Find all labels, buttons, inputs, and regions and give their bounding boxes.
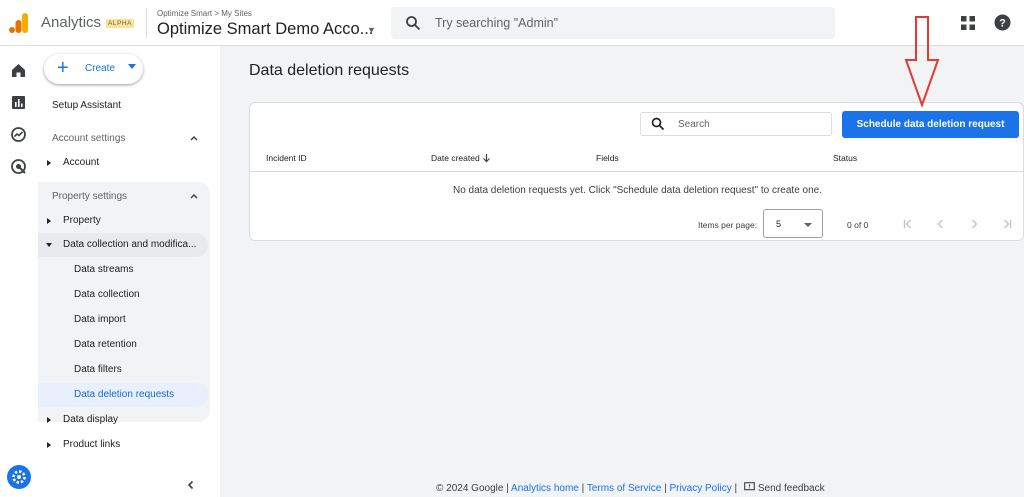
deletion-requests-card: Search Schedule data deletion request In…: [249, 102, 1024, 241]
breadcrumb[interactable]: Optimize Smart > My Sites: [157, 9, 252, 18]
terms-link[interactable]: Terms of Service: [587, 483, 661, 494]
nav-data-retention[interactable]: Data retention: [38, 333, 208, 357]
nav-data-collection[interactable]: Data collection: [38, 283, 208, 307]
header-divider: [146, 8, 147, 38]
annotation-arrow-icon: [904, 16, 940, 108]
footer-separator: |: [731, 483, 740, 494]
send-feedback-link[interactable]: Send feedback: [758, 483, 825, 494]
create-button[interactable]: + Create: [44, 54, 143, 84]
nav-property[interactable]: Property: [38, 209, 208, 233]
expand-arrow-icon: [47, 417, 51, 423]
copyright: © 2024 Google |: [436, 483, 509, 494]
analytics-home-link[interactable]: Analytics home: [511, 483, 579, 494]
nav-product-links[interactable]: Product links: [38, 433, 208, 457]
items-per-page-label: Items per page:: [698, 220, 758, 230]
items-per-page-value: 5: [776, 219, 782, 229]
footer-separator: |: [578, 483, 587, 494]
search-placeholder: Search: [678, 119, 710, 130]
section-label: Account settings: [52, 133, 126, 144]
svg-text:?: ?: [999, 18, 1006, 30]
advertising-icon[interactable]: [10, 158, 27, 175]
account-dropdown-icon[interactable]: ▼: [367, 25, 376, 35]
items-per-page-select[interactable]: 5: [763, 209, 823, 238]
top-bar: Analytics ALPHA Optimize Smart > My Site…: [0, 0, 1024, 46]
global-search-input[interactable]: Try searching "Admin": [391, 7, 835, 39]
collapse-arrow-icon: [46, 243, 52, 247]
nav-label: Data retention: [74, 339, 137, 350]
nav-setup-assistant[interactable]: Setup Assistant: [38, 94, 208, 118]
nav-label: Product links: [63, 439, 121, 450]
feedback-icon: [744, 482, 755, 491]
search-icon: [651, 117, 665, 131]
nav-label: Account: [63, 157, 100, 168]
nav-label: Setup Assistant: [52, 100, 121, 111]
dropdown-arrow-icon: [804, 223, 812, 227]
previous-page-icon[interactable]: [935, 218, 947, 230]
admin-nav: + Create Setup Assistant Account setting…: [38, 46, 220, 497]
nav-label: Data display: [63, 414, 119, 425]
nav-label: Data import: [74, 314, 126, 325]
left-rail: [0, 46, 38, 497]
home-icon[interactable]: [10, 62, 27, 79]
brand-name: Analytics: [41, 14, 102, 31]
pagination-range: 0 of 0: [847, 220, 869, 230]
last-page-icon[interactable]: [1001, 218, 1013, 230]
column-header-fields[interactable]: Fields: [596, 153, 619, 163]
search-placeholder: Try searching "Admin": [435, 16, 559, 30]
nav-data-streams[interactable]: Data streams: [38, 258, 208, 282]
expand-arrow-icon: [47, 442, 51, 448]
header-divider: [250, 171, 1023, 172]
privacy-link[interactable]: Privacy Policy: [669, 483, 731, 494]
admin-settings-icon[interactable]: [7, 465, 31, 489]
first-page-icon[interactable]: [902, 218, 914, 230]
reports-icon[interactable]: [10, 94, 27, 111]
nav-label: Data collection and modifica...: [63, 239, 197, 250]
create-label: Create: [85, 63, 116, 74]
nav-data-import[interactable]: Data import: [38, 308, 208, 332]
sort-descending-icon[interactable]: [482, 153, 491, 163]
collapse-nav-icon[interactable]: [186, 480, 196, 490]
nav-data-filters[interactable]: Data filters: [38, 358, 208, 382]
account-selector[interactable]: Optimize Smart Demo Acco...: [157, 20, 373, 39]
chevron-up-icon: [190, 136, 198, 141]
nav-account[interactable]: Account: [38, 151, 208, 175]
expand-arrow-icon: [47, 160, 51, 166]
page-title: Data deletion requests: [249, 62, 410, 79]
help-icon[interactable]: ?: [994, 14, 1011, 31]
column-header-status[interactable]: Status: [833, 153, 857, 163]
nav-data-collection-modification[interactable]: Data collection and modifica...: [38, 233, 208, 257]
chevron-up-icon: [190, 194, 198, 199]
table-search-input[interactable]: Search: [640, 112, 832, 136]
nav-label: Data streams: [74, 264, 134, 275]
nav-label: Data filters: [74, 364, 122, 375]
plus-icon: +: [57, 57, 69, 79]
nav-data-display[interactable]: Data display: [38, 408, 208, 432]
analytics-logo[interactable]: [8, 12, 30, 34]
expand-arrow-icon: [47, 218, 51, 224]
next-page-icon[interactable]: [968, 218, 980, 230]
nav-label: Data collection: [74, 289, 140, 300]
column-header-date-created[interactable]: Date created: [431, 153, 480, 163]
alpha-badge: ALPHA: [106, 19, 134, 28]
column-header-incident-id[interactable]: Incident ID: [266, 153, 307, 163]
gear-icon: [12, 470, 26, 484]
apps-icon[interactable]: [960, 15, 976, 31]
nav-label: Data deletion requests: [74, 389, 175, 400]
section-account-settings[interactable]: Account settings: [38, 126, 208, 150]
schedule-data-deletion-button[interactable]: Schedule data deletion request: [842, 111, 1019, 138]
nav-data-deletion-requests[interactable]: Data deletion requests: [38, 383, 208, 407]
footer: © 2024 Google | Analytics home | Terms o…: [436, 482, 825, 494]
nav-label: Property: [63, 215, 101, 226]
section-property-settings[interactable]: Property settings: [38, 184, 208, 208]
explore-icon[interactable]: [10, 126, 27, 143]
search-icon: [406, 16, 421, 31]
create-dropdown-icon: [128, 64, 136, 69]
section-label: Property settings: [52, 191, 128, 202]
empty-state-message: No data deletion requests yet. Click "Sc…: [453, 185, 822, 196]
